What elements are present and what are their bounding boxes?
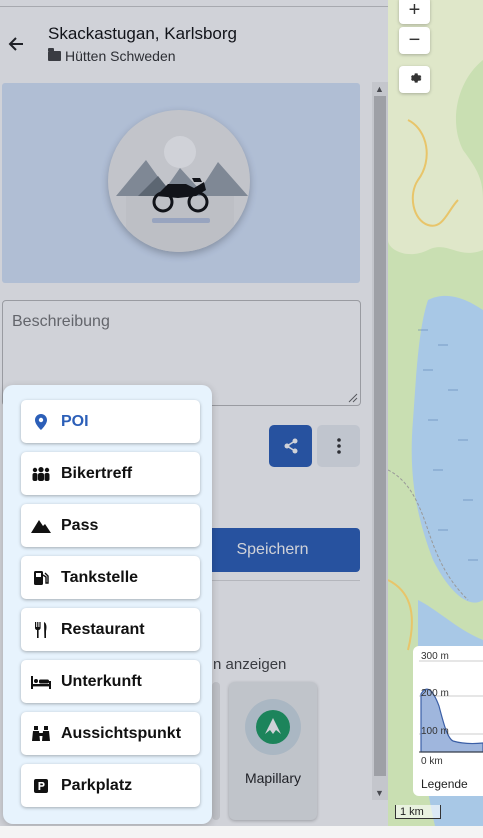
mountain-icon bbox=[21, 519, 61, 533]
group-icon bbox=[21, 466, 61, 481]
folder-icon bbox=[48, 48, 61, 61]
elev-tick-100: 100 m bbox=[421, 726, 449, 737]
back-arrow-icon[interactable] bbox=[8, 32, 24, 58]
more-options-button[interactable] bbox=[317, 425, 360, 467]
zoom-in-button[interactable]: + bbox=[399, 0, 430, 24]
share-icon bbox=[284, 438, 297, 454]
folder-label: Hütten Schweden bbox=[65, 48, 176, 64]
bottom-bar bbox=[0, 826, 483, 838]
elevation-chart bbox=[419, 660, 483, 753]
mapillary-icon-wrap bbox=[245, 699, 301, 755]
share-button[interactable] bbox=[269, 425, 312, 467]
resize-handle-icon[interactable] bbox=[348, 393, 358, 403]
mapillary-label: Mapillary bbox=[244, 770, 301, 786]
show-sources-label: n anzeigen bbox=[213, 656, 287, 673]
menu-item-pass[interactable]: Pass bbox=[21, 504, 200, 547]
dots-vertical-icon bbox=[336, 438, 341, 454]
category-menu: POI Bikertreff Pass Tankstelle Restauran… bbox=[3, 385, 212, 824]
mapillary-icon bbox=[256, 710, 290, 744]
map-settings-button[interactable] bbox=[399, 66, 430, 93]
menu-item-aussichtspunkt[interactable]: Aussichtspunkt bbox=[21, 712, 200, 755]
gas-pump-icon bbox=[21, 570, 61, 586]
folder-breadcrumb[interactable]: Hütten Schweden bbox=[48, 48, 176, 64]
page-title: Skackastugan, Karlsborg bbox=[48, 24, 237, 43]
menu-item-parkplatz[interactable]: Parkplatz bbox=[21, 764, 200, 807]
menu-item-label: Tankstelle bbox=[61, 568, 139, 586]
motorcycle-landscape-icon bbox=[116, 136, 248, 252]
menu-item-tankstelle[interactable]: Tankstelle bbox=[21, 556, 200, 599]
elev-tick-300: 300 m bbox=[421, 651, 449, 662]
menu-item-label: Unterkunft bbox=[61, 672, 142, 690]
scroll-up-icon[interactable]: ▲ bbox=[375, 84, 384, 94]
elevation-profile[interactable]: 300 m 200 m 100 m 0 km Legende bbox=[413, 646, 483, 796]
description-placeholder: Beschreibung bbox=[12, 313, 110, 330]
map-pin-icon bbox=[21, 413, 61, 430]
menu-item-bikertreff[interactable]: Bikertreff bbox=[21, 452, 200, 495]
elev-tick-200: 200 m bbox=[421, 688, 449, 699]
binoculars-icon bbox=[21, 725, 61, 742]
menu-item-label: Parkplatz bbox=[61, 776, 133, 794]
menu-item-label: Restaurant bbox=[61, 620, 145, 638]
parking-icon bbox=[21, 778, 61, 793]
menu-item-restaurant[interactable]: Restaurant bbox=[21, 608, 200, 651]
utensils-icon bbox=[21, 621, 61, 638]
menu-item-label: POI bbox=[61, 412, 89, 430]
poi-image-placeholder[interactable] bbox=[108, 110, 250, 252]
gear-icon bbox=[408, 68, 422, 91]
elev-tick-0km: 0 km bbox=[421, 756, 443, 767]
zoom-out-button[interactable]: − bbox=[399, 27, 430, 54]
map-scale: 1 km bbox=[395, 805, 441, 819]
menu-item-poi[interactable]: POI bbox=[21, 400, 200, 443]
menu-item-label: Bikertreff bbox=[61, 464, 133, 482]
source-card-partial[interactable] bbox=[212, 682, 220, 820]
legend-link[interactable]: Legende bbox=[421, 777, 468, 791]
scroll-down-icon[interactable]: ▼ bbox=[375, 788, 384, 798]
menu-item-label: Aussichtspunkt bbox=[61, 724, 182, 742]
bed-icon bbox=[21, 675, 61, 689]
mapillary-card[interactable]: Mapillary bbox=[229, 682, 317, 820]
scrollbar-thumb[interactable] bbox=[374, 96, 386, 776]
menu-item-unterkunft[interactable]: Unterkunft bbox=[21, 660, 200, 703]
section-divider bbox=[200, 580, 360, 581]
header-divider bbox=[0, 6, 388, 7]
menu-item-label: Pass bbox=[61, 516, 99, 534]
